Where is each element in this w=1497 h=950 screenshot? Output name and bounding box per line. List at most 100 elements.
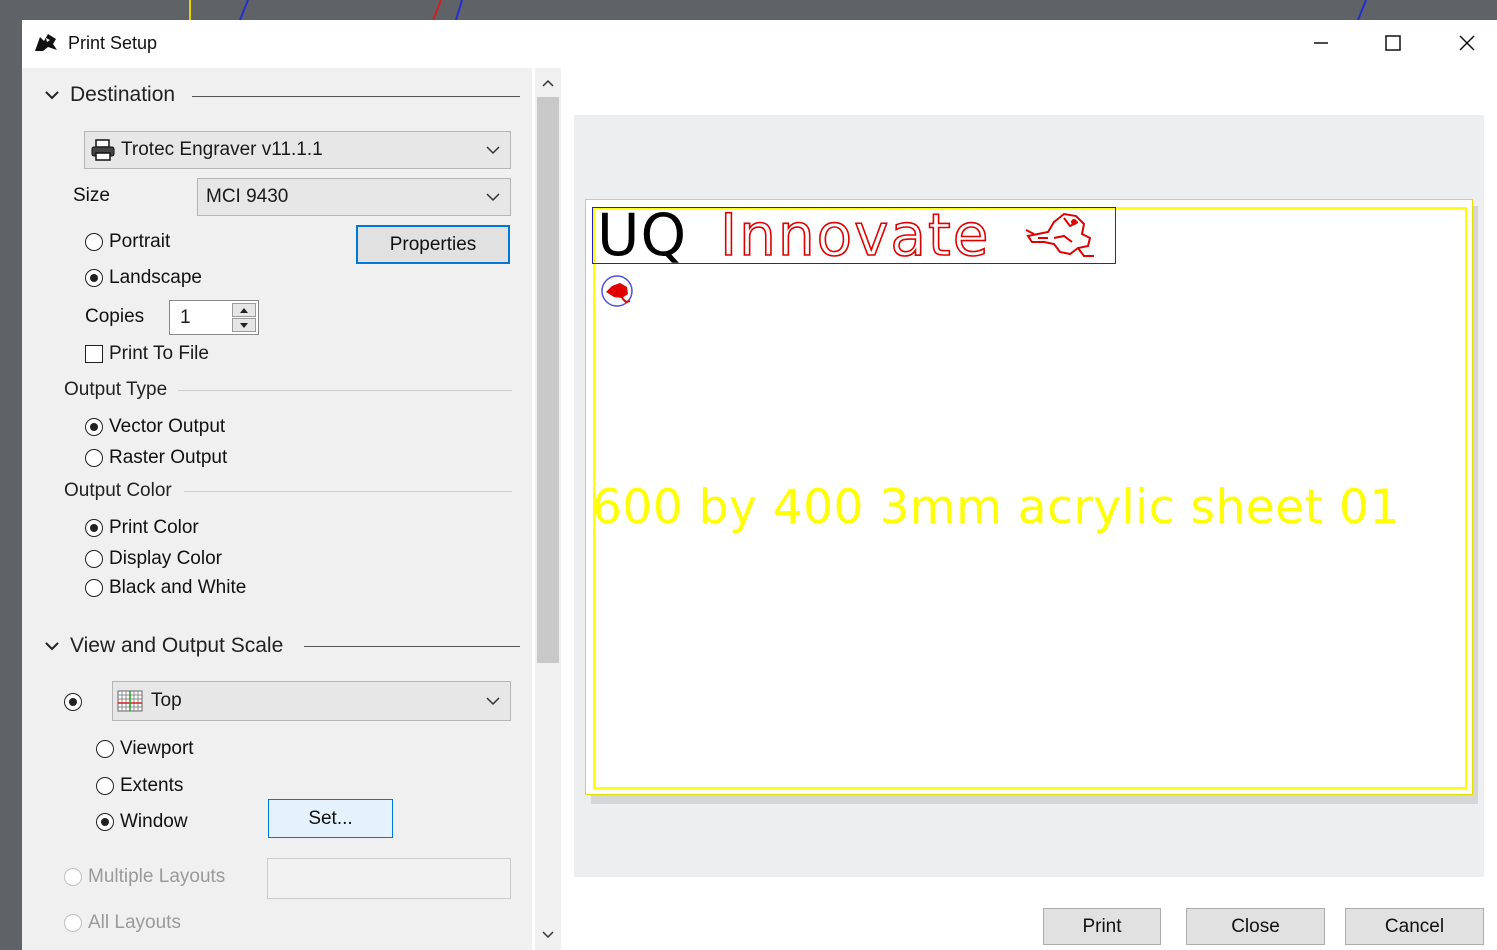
checkbox-box (85, 345, 103, 363)
raster-output-label: Raster Output (109, 447, 228, 468)
size-dropdown[interactable]: MCI 9430 (197, 178, 511, 216)
print-button[interactable]: Print (1043, 908, 1161, 945)
scrollbar-thumb[interactable] (537, 97, 559, 663)
radio-indicator (85, 519, 103, 537)
radio-indicator (64, 868, 82, 886)
radio-indicator (85, 418, 103, 436)
black-white-radio[interactable]: Black and White (85, 577, 246, 599)
spinner-up-icon (240, 308, 248, 313)
display-color-label: Display Color (109, 548, 222, 569)
close-button[interactable]: Close (1186, 908, 1325, 945)
all-layouts-radio[interactable]: All Layouts (64, 912, 181, 934)
copies-up-button[interactable] (232, 303, 256, 317)
extents-radio[interactable]: Extents (96, 775, 183, 797)
close-icon (1459, 35, 1475, 51)
viewport-radio[interactable]: Viewport (96, 738, 194, 760)
preview-paper: UQ Innovate 600 by 400 3mm acrylic sheet… (585, 199, 1473, 795)
vector-output-radio[interactable]: Vector Output (85, 416, 225, 438)
settings-scrollbar[interactable] (535, 68, 561, 950)
divider (184, 491, 512, 492)
print-to-file-checkbox[interactable]: Print To File (85, 343, 209, 365)
black-white-label: Black and White (109, 577, 247, 598)
radio-indicator (85, 233, 103, 251)
radio-indicator (64, 693, 82, 711)
print-setup-dialog: Print Setup Destination Trotec Engraver … (22, 20, 1497, 950)
print-to-file-label: Print To File (109, 343, 209, 364)
divider (178, 390, 512, 391)
radio-indicator (85, 449, 103, 467)
vector-output-label: Vector Output (109, 416, 226, 437)
logo-uq-text: UQ (597, 201, 688, 269)
title-bar: Print Setup (22, 20, 1497, 68)
background-viewport-lines (189, 0, 1367, 20)
multiple-layouts-field[interactable] (267, 858, 511, 899)
size-value: MCI 9430 (206, 186, 289, 207)
properties-button[interactable]: Properties (356, 225, 510, 264)
copies-down-button[interactable] (232, 318, 256, 332)
set-window-button[interactable]: Set... (268, 799, 393, 838)
chevron-down-icon (486, 697, 500, 706)
viewport-label: Viewport (120, 738, 194, 759)
chevron-down-icon (45, 91, 59, 100)
copies-value: 1 (180, 307, 191, 328)
frog-logo-icon (601, 275, 633, 307)
multiple-layouts-label: Multiple Layouts (88, 866, 226, 887)
logo-innovate-text: Innovate (719, 201, 991, 269)
chevron-down-icon (486, 193, 500, 202)
close-window-button[interactable] (1432, 20, 1497, 66)
frog-logo-icon (1025, 212, 1094, 257)
output-type-heading: Output Type (64, 379, 168, 400)
destination-header[interactable]: Destination (44, 83, 175, 107)
radio-indicator (85, 269, 103, 287)
radio-indicator (64, 914, 82, 932)
portrait-label: Portrait (109, 231, 171, 252)
preview-panel: UQ Innovate 600 by 400 3mm acrylic sheet… (561, 68, 1497, 950)
radio-indicator (85, 550, 103, 568)
radio-indicator (85, 579, 103, 597)
print-color-label: Print Color (109, 517, 199, 538)
destination-heading: Destination (70, 83, 176, 106)
spinner-down-icon (240, 323, 248, 328)
output-color-heading: Output Color (64, 480, 172, 501)
multiple-layouts-radio[interactable]: Multiple Layouts (64, 866, 225, 888)
radio-indicator (96, 740, 114, 758)
viewport-grid-icon (117, 690, 143, 712)
window-title: Print Setup (68, 33, 158, 53)
window-radio[interactable]: Window (96, 811, 188, 833)
view-radio[interactable] (64, 693, 88, 711)
divider (192, 96, 520, 97)
radio-indicator (96, 813, 114, 831)
display-color-radio[interactable]: Display Color (85, 548, 222, 570)
minimize-icon (1314, 42, 1328, 44)
view-value: Top (151, 690, 182, 711)
view-scale-header[interactable]: View and Output Scale (44, 634, 283, 658)
maximize-button[interactable] (1358, 20, 1428, 66)
scroll-down-icon[interactable] (542, 930, 554, 940)
copies-label: Copies (85, 306, 145, 327)
scroll-up-icon[interactable] (542, 78, 554, 88)
landscape-label: Landscape (109, 267, 202, 288)
chevron-down-icon (486, 146, 500, 155)
cancel-button[interactable]: Cancel (1345, 908, 1484, 945)
printer-value: Trotec Engraver v11.1.1 (121, 139, 323, 160)
all-layouts-label: All Layouts (88, 912, 181, 933)
rhino-app-icon (34, 31, 58, 53)
landscape-radio[interactable]: Landscape (85, 267, 202, 289)
printer-dropdown[interactable]: Trotec Engraver v11.1.1 (84, 131, 511, 169)
view-scale-heading: View and Output Scale (70, 634, 284, 657)
chevron-down-icon (45, 642, 59, 651)
minimize-button[interactable] (1286, 20, 1356, 66)
print-color-radio[interactable]: Print Color (85, 517, 199, 539)
size-label: Size (73, 185, 110, 206)
sheet-label-text: 600 by 400 3mm acrylic sheet 01 (592, 480, 1400, 535)
settings-panel: Destination Trotec Engraver v11.1.1 Size… (22, 68, 532, 950)
extents-label: Extents (120, 775, 184, 796)
radio-indicator (96, 777, 114, 795)
raster-output-radio[interactable]: Raster Output (85, 447, 227, 469)
portrait-radio[interactable]: Portrait (85, 231, 170, 253)
divider (304, 646, 520, 647)
window-label: Window (120, 811, 188, 832)
maximize-icon (1385, 35, 1401, 51)
view-dropdown[interactable]: Top (112, 681, 511, 721)
copies-stepper[interactable]: 1 (169, 300, 259, 335)
